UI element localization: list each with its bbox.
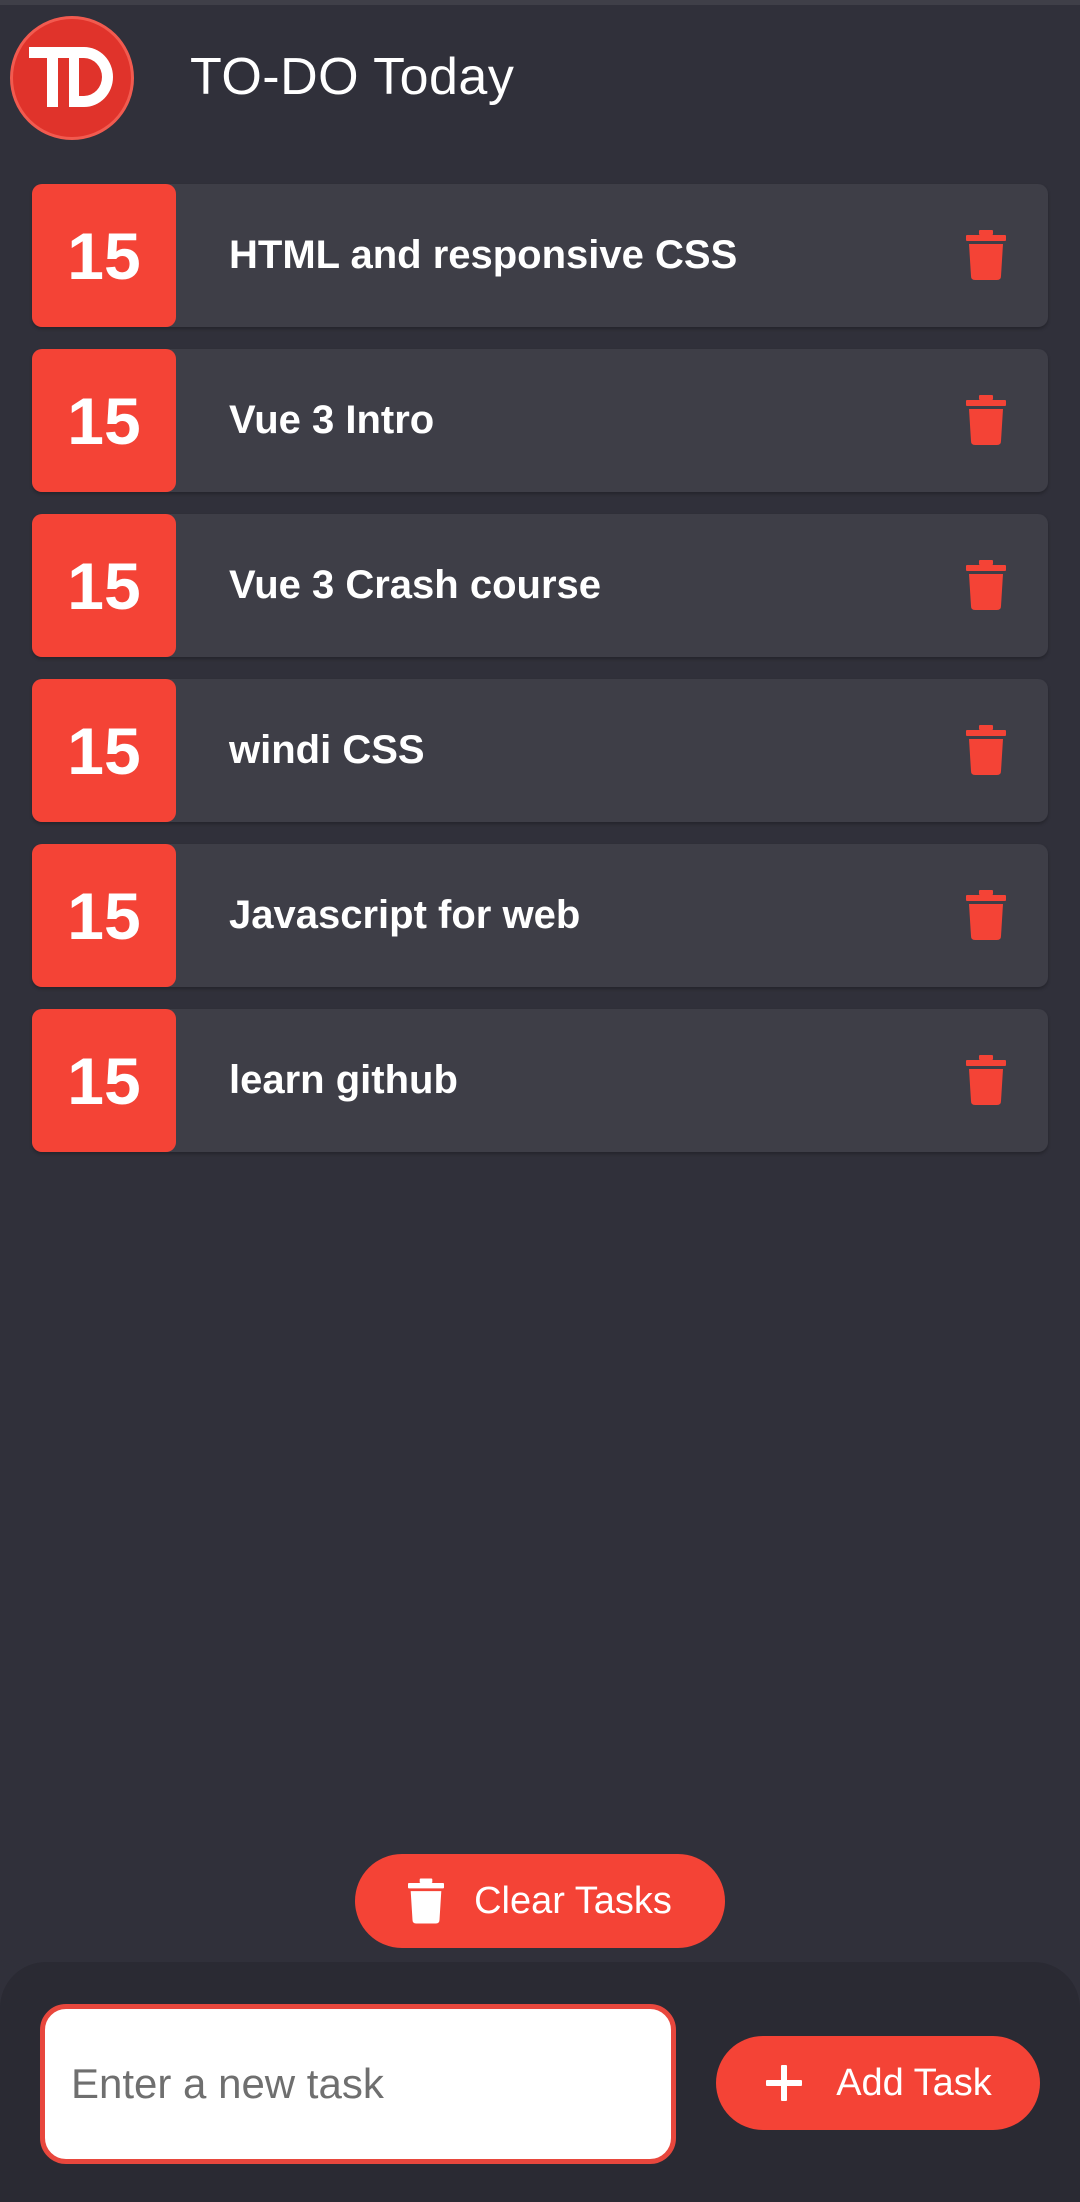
task-text: Vue 3 Intro (229, 398, 435, 442)
task-badge: 15 (32, 514, 176, 657)
add-task-label: Add Task (836, 2061, 992, 2104)
trash-icon[interactable] (966, 1055, 1006, 1105)
app-header: TO-DO Today (0, 5, 1080, 155)
new-task-input[interactable] (40, 2004, 676, 2164)
trash-icon[interactable] (966, 560, 1006, 610)
trash-icon[interactable] (966, 395, 1006, 445)
app-title: TO-DO Today (190, 48, 515, 106)
new-task-footer: Add Task (0, 1962, 1080, 2202)
task-badge: 15 (32, 184, 176, 327)
task-text: Javascript for web (229, 893, 581, 937)
app-logo (10, 16, 134, 140)
clear-tasks-button[interactable]: Clear Tasks (355, 1854, 725, 1948)
task-item[interactable]: 15 HTML and responsive CSS (32, 184, 1048, 327)
task-item[interactable]: 15 learn github (32, 1009, 1048, 1152)
task-item[interactable]: 15 windi CSS (32, 679, 1048, 822)
task-item[interactable]: 15 Vue 3 Intro (32, 349, 1048, 492)
trash-icon[interactable] (966, 890, 1006, 940)
trash-icon[interactable] (966, 725, 1006, 775)
task-badge: 15 (32, 679, 176, 822)
task-item[interactable]: 15 Javascript for web (32, 844, 1048, 987)
logo-mark (29, 47, 113, 107)
task-list: 15 HTML and responsive CSS 15 Vue 3 Intr… (32, 184, 1048, 1174)
task-badge: 15 (32, 844, 176, 987)
task-text: learn github (229, 1058, 458, 1102)
task-badge: 15 (32, 1009, 176, 1152)
clear-tasks-label: Clear Tasks (474, 1879, 672, 1922)
task-text: HTML and responsive CSS (229, 233, 738, 277)
trash-icon (408, 1878, 445, 1924)
trash-icon[interactable] (966, 230, 1006, 280)
plus-icon (766, 2065, 803, 2101)
task-text: Vue 3 Crash course (229, 563, 602, 607)
add-task-button[interactable]: Add Task (716, 2036, 1040, 2130)
task-text: windi CSS (229, 728, 425, 772)
task-badge: 15 (32, 349, 176, 492)
task-item[interactable]: 15 Vue 3 Crash course (32, 514, 1048, 657)
